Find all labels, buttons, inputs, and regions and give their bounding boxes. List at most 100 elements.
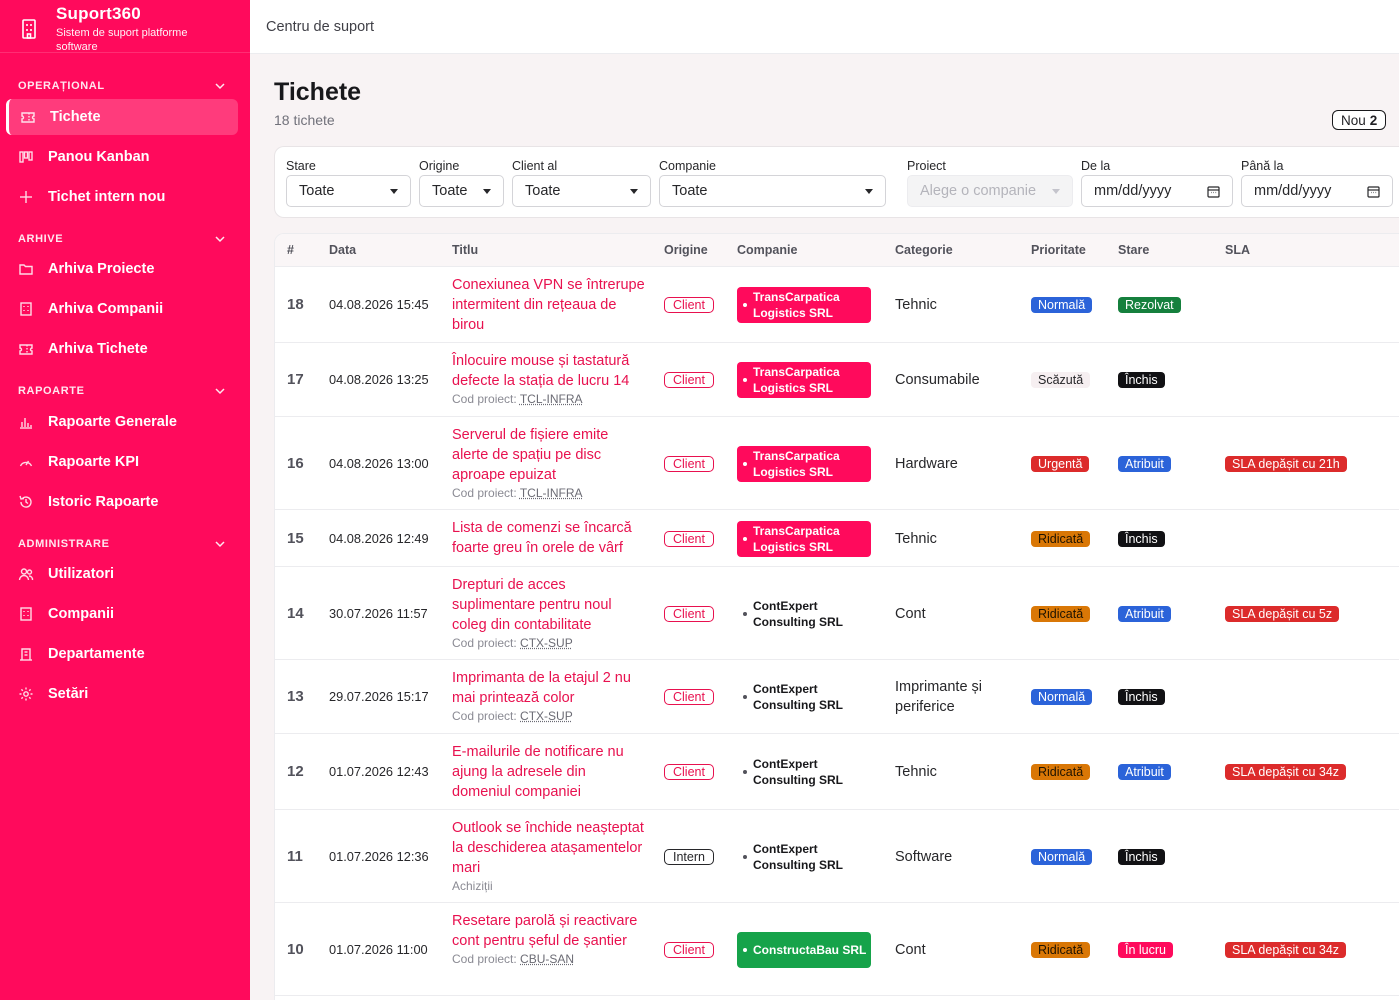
status-dot [743, 462, 747, 466]
company-name: ContExpert Consulting SRL [753, 842, 843, 872]
ticket-title-link[interactable]: Outlook se închide neașteptat la deschid… [452, 818, 647, 878]
table-row[interactable]: 14 30.07.2026 11:57 Drepturi de acces supl… [275, 567, 1399, 660]
status-dot [743, 855, 747, 859]
sidebar-item-rapoarte-generale[interactable]: Rapoarte Generale [6, 404, 238, 440]
company-badge[interactable]: ContExpert Consulting SRL [737, 679, 871, 715]
ticket-date: 01.07.2026 11:00 [329, 942, 428, 957]
ticket-title-link[interactable]: Conexiunea VPN se întrerupe intermitent … [452, 275, 647, 335]
sidebar-item-setari[interactable]: Setări [6, 676, 238, 712]
sidebar-item-label: Rapoarte Generale [48, 414, 177, 430]
project-code-link[interactable]: TCL-INFRA [520, 486, 583, 500]
project-code-line: Cod proiect: CBU-SAN [452, 952, 647, 966]
ticket-title-link[interactable]: Serverul de fișiere emite alerte de spaț… [452, 425, 647, 485]
new-label: Nou [1341, 112, 1366, 128]
table-row[interactable]: 13 29.07.2026 15:17 Imprimanta de la etaju… [275, 660, 1399, 734]
column-header[interactable]: SLA [1225, 243, 1250, 257]
caret-down-icon [483, 188, 491, 194]
company-badge[interactable]: TransCarpatica Logistics SRL [737, 446, 871, 482]
column-header[interactable]: Origine [664, 243, 708, 257]
company-badge[interactable]: TransCarpatica Logistics SRL [737, 362, 871, 398]
company-badge[interactable]: ContExpert Consulting SRL [737, 839, 871, 875]
ticket-date: 30.07.2026 11:57 [329, 606, 428, 621]
companie-select[interactable]: Toate [659, 175, 886, 207]
sla-badge: SLA depășit cu 21h [1225, 456, 1347, 472]
ticket-date: 04.08.2026 13:00 [329, 456, 429, 471]
project-code-link[interactable]: TCL-INFRA [520, 392, 583, 406]
column-header[interactable]: Categorie [895, 243, 953, 257]
sidebar-item-tichete[interactable]: Tichete [6, 99, 238, 135]
column-header[interactable]: Stare [1118, 243, 1149, 257]
project-code-line: Cod proiect: TCL-INFRA [452, 392, 647, 406]
section-reports[interactable]: RAPOARTE [0, 383, 250, 399]
new-count: 2 [1369, 112, 1378, 128]
sidebar-item-companii[interactable]: Companii [6, 596, 238, 632]
section-admin[interactable]: ADMINISTRARE [0, 536, 250, 552]
sidebar-item-arhiva-proiecte[interactable]: Arhiva Proiecte [6, 251, 238, 287]
date-from-input[interactable]: mm/dd/yyyy [1081, 175, 1233, 207]
section-archives[interactable]: ARHIVE [0, 231, 250, 247]
section-operational[interactable]: OPERAȚIONAL [0, 78, 250, 94]
ticket-id: 16 [287, 455, 304, 472]
brand[interactable]: Suport360 Sistem de suport platforme sof… [0, 0, 250, 53]
sidebar-item-istoric-rapoarte[interactable]: Istoric Rapoarte [6, 484, 238, 520]
project-code-link[interactable]: CBU-SAN [520, 952, 574, 966]
sidebar: Suport360 Sistem de suport platforme sof… [0, 0, 250, 1000]
project-code-link[interactable]: CTX-SUP [520, 709, 573, 723]
stare-select[interactable]: Toate [286, 175, 411, 207]
company-badge[interactable]: ConstructaBau SRL [737, 932, 871, 968]
column-header[interactable]: Prioritate [1031, 243, 1086, 257]
ticket-category: Imprimante și periferice [895, 679, 983, 715]
proiect-select[interactable]: Alege o companie [907, 175, 1073, 207]
sidebar-item-tichet-intern-nou[interactable]: Tichet intern nou [6, 179, 238, 215]
ticket-title-link[interactable]: Resetare parolă și reactivare cont pentr… [452, 911, 647, 951]
calendar-icon[interactable] [1207, 185, 1220, 198]
origine-select[interactable]: Toate [419, 175, 504, 207]
new-tickets-badge[interactable]: Nou 2 [1332, 110, 1387, 130]
project-code-link[interactable]: CTX-SUP [520, 636, 573, 650]
sidebar-item-arhiva-companii[interactable]: Arhiva Companii [6, 291, 238, 327]
sidebar-item-label: Rapoarte KPI [48, 454, 140, 470]
ticket-title-link[interactable]: Înlocuire mouse și tastatură defecte la … [452, 351, 647, 391]
app-subtitle: Sistem de suport platforme software [56, 27, 188, 53]
sidebar-item-label: Panou Kanban [48, 149, 150, 165]
sidebar-item-utilizatori[interactable]: Utilizatori [6, 556, 238, 592]
table-row[interactable]: 16 04.08.2026 13:00 Serverul de fișiere em… [275, 417, 1399, 510]
ticket-title-link[interactable]: Lista de comenzi se încarcă foarte greu … [452, 518, 647, 558]
company-name: TransCarpatica Logistics SRL [753, 449, 840, 479]
status-badge: Rezolvat [1118, 297, 1181, 313]
ticket-title-link[interactable]: Imprimanta de la etajul 2 nu mai printea… [452, 668, 647, 708]
company-badge[interactable]: ContExpert Consulting SRL [737, 596, 871, 632]
gauge-icon [19, 460, 33, 467]
table-row[interactable]: 15 04.08.2026 12:49 Lista de comenzi se în… [275, 510, 1399, 567]
filter-label: Stare [286, 159, 316, 173]
sidebar-item-label: Arhiva Proiecte [48, 261, 155, 277]
ticket-title-link[interactable]: E-mailurile de notificare nu ajung la ad… [452, 742, 647, 802]
column-header[interactable]: # [287, 243, 294, 257]
table-row[interactable]: 17 04.08.2026 13:25 Înlocuire mouse și tas… [275, 343, 1399, 417]
calendar-icon[interactable] [1367, 185, 1380, 198]
sidebar-item-departamente[interactable]: Departamente [6, 636, 238, 672]
company-badge[interactable]: TransCarpatica Logistics SRL [737, 521, 871, 557]
company-name: TransCarpatica Logistics SRL [753, 365, 840, 395]
origin-badge: Client [664, 689, 714, 705]
sidebar-item-arhiva-tichete[interactable]: Arhiva Tichete [6, 331, 238, 367]
column-header[interactable]: Data [329, 243, 356, 257]
column-header[interactable]: Companie [737, 243, 797, 257]
bar-chart-icon [20, 418, 32, 429]
table-row[interactable]: 12 01.07.2026 12:43 E-mailurile de notific… [275, 734, 1399, 810]
ticket-title-link[interactable]: Drepturi de acces suplimentare pentru no… [452, 575, 647, 635]
date-to-input[interactable]: mm/dd/yyyy [1241, 175, 1393, 207]
column-header[interactable]: Titlu [452, 243, 478, 257]
sidebar-item-kanban[interactable]: Panou Kanban [6, 139, 238, 175]
company-badge[interactable]: TransCarpatica Logistics SRL [737, 287, 871, 323]
table-row[interactable]: 18 04.08.2026 15:45 Conexiunea VPN se într… [275, 267, 1399, 343]
status-badge: Închis [1118, 372, 1165, 388]
sidebar-item-label: Arhiva Companii [48, 301, 164, 317]
company-badge[interactable]: ContExpert Consulting SRL [737, 754, 871, 790]
ticket-title-cell: Serverul de fișiere emite alerte de spaț… [452, 425, 647, 500]
client-select[interactable]: Toate [512, 175, 651, 207]
table-row[interactable]: 11 01.07.2026 12:36 Outlook se închide nea… [275, 810, 1399, 903]
table-row[interactable]: 10 01.07.2026 11:00 Resetare parolă și rea… [275, 903, 1399, 996]
sidebar-item-rapoarte-kpi[interactable]: Rapoarte KPI [6, 444, 238, 480]
company-name: TransCarpatica Logistics SRL [753, 524, 840, 554]
